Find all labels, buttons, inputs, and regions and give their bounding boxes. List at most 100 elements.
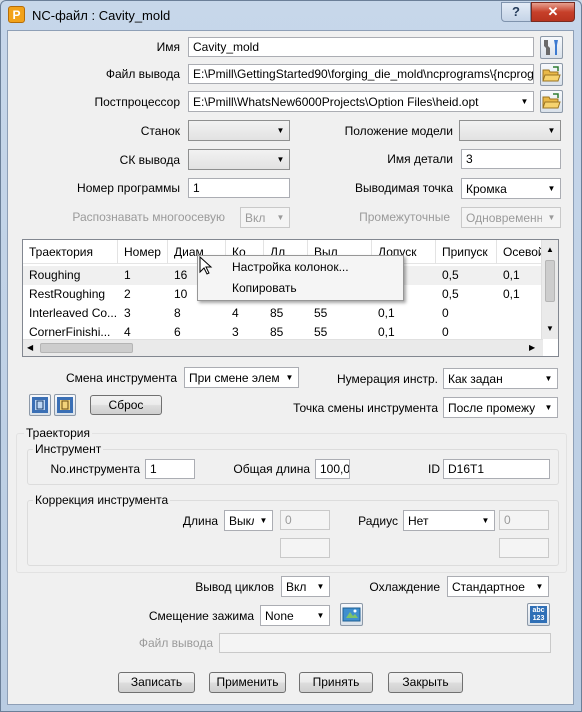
program-number-label: Номер программы — [77, 181, 180, 195]
id-label: ID — [428, 462, 440, 476]
length-value: Выкл — [229, 514, 254, 528]
chevron-down-icon: ▼ — [520, 97, 529, 106]
tool-change-value: При смене элем — [189, 371, 280, 385]
tool-change-label: Смена инструмента — [65, 371, 177, 385]
table-cell: 0,1 — [503, 287, 520, 301]
output-file-bottom-field[interactable] — [219, 633, 551, 653]
open-folder-icon[interactable] — [540, 63, 563, 86]
table-cell: 0 — [442, 306, 449, 320]
reset-button[interactable]: Сброс — [90, 395, 162, 415]
radius-value: Нет — [408, 514, 429, 528]
help-button[interactable]: ? — [501, 2, 531, 22]
length-offset-field-2[interactable] — [280, 538, 330, 558]
write-button[interactable]: Записать — [118, 672, 195, 693]
cycles-output-select[interactable]: Вкл ▼ — [281, 576, 330, 597]
table-cell: Roughing — [29, 268, 81, 282]
multiaxis-select[interactable]: Вкл ▼ — [240, 207, 290, 228]
column-header[interactable]: Осевой — [497, 240, 543, 264]
accept-button[interactable]: Принять — [299, 672, 373, 693]
tool-change-point-select[interactable]: После промежу ▼ — [443, 397, 558, 418]
chevron-down-icon: ▼ — [535, 582, 544, 591]
program-number-field[interactable]: 1 — [188, 178, 290, 198]
length-label: Длина — [182, 514, 218, 528]
scroll-thumb[interactable] — [40, 343, 133, 353]
cycles-output-value: Вкл — [286, 580, 307, 594]
chevron-down-icon: ▼ — [481, 516, 490, 525]
tool-number-label: No.инструмента — [50, 462, 141, 476]
chevron-down-icon: ▼ — [544, 374, 553, 383]
scroll-right-icon[interactable]: ▶ — [529, 343, 535, 352]
tool-numbering-select[interactable]: Как задан ▼ — [443, 368, 558, 389]
table-cell: 8 — [174, 306, 181, 320]
intermediate-value: Одновременн — [466, 211, 542, 225]
tool-change-select[interactable]: При смене элем ▼ — [184, 367, 299, 388]
abc-123-icon[interactable]: abc 123 — [527, 603, 550, 626]
length-offset-field[interactable]: 0 — [280, 510, 330, 530]
column-header[interactable]: Номер — [118, 240, 168, 264]
length-select[interactable]: Выкл ▼ — [224, 510, 273, 531]
postprocessor-label: Постпроцессор — [94, 95, 180, 109]
table-cell: 3 — [124, 306, 131, 320]
table-cell: 0,1 — [503, 268, 520, 282]
part-name-field[interactable]: 3 — [461, 149, 561, 169]
menu-item-copy[interactable]: Копировать — [199, 278, 402, 299]
chevron-down-icon: ▼ — [316, 611, 325, 620]
radius-select[interactable]: Нет ▼ — [403, 510, 495, 531]
table-cell: 55 — [314, 306, 328, 320]
tool-edit-icon[interactable] — [54, 394, 76, 416]
clamp-offset-select[interactable]: None ▼ — [260, 605, 330, 626]
radius-offset-field-2[interactable] — [499, 538, 549, 558]
tool-change-point-label: Точка смены инструмента — [293, 401, 438, 415]
table-cell: Interleaved Co... — [29, 306, 118, 320]
column-header[interactable]: Траектория — [23, 240, 118, 264]
intermediate-select[interactable]: Одновременн ▼ — [461, 207, 561, 228]
column-header[interactable]: Припуск — [436, 240, 497, 264]
coolant-label: Охлаждение — [369, 580, 440, 594]
tool-list-icon[interactable] — [29, 394, 51, 416]
menu-item-column-settings[interactable]: Настройка колонок... — [199, 257, 402, 278]
model-position-select[interactable]: ▼ — [459, 120, 561, 141]
output-file-bottom-label: Файл вывода — [138, 636, 213, 650]
tool-number-field[interactable]: 1 — [145, 459, 195, 479]
scroll-thumb[interactable] — [545, 260, 555, 302]
scroll-up-icon[interactable]: ▲ — [546, 245, 554, 254]
close-button[interactable]: Закрыть — [388, 672, 463, 693]
part-name-label: Имя детали — [387, 152, 453, 166]
model-position-label: Положение модели — [344, 124, 453, 138]
radius-offset-field[interactable]: 0 — [499, 510, 549, 530]
name-field[interactable]: Cavity_mold — [188, 37, 534, 57]
tool-group-title: Инструмент — [33, 442, 104, 456]
multiaxis-value: Вкл — [245, 211, 266, 225]
close-window-button[interactable]: ✕ — [531, 2, 575, 22]
scroll-left-icon[interactable]: ◀ — [27, 343, 33, 352]
horizontal-scrollbar[interactable]: ◀ ▶ — [23, 339, 543, 356]
chevron-down-icon: ▼ — [547, 184, 556, 193]
clamp-offset-icon[interactable] — [340, 603, 363, 626]
scroll-down-icon[interactable]: ▼ — [546, 324, 554, 333]
chevron-down-icon: ▼ — [547, 213, 556, 222]
table-cell: RestRoughing — [29, 287, 106, 301]
table-cell — [497, 304, 543, 323]
output-point-value: Кромка — [466, 182, 507, 196]
output-point-select[interactable]: Кромка ▼ — [461, 178, 561, 199]
machine-select[interactable]: ▼ — [188, 120, 290, 141]
table-row[interactable]: Interleaved Co... 3 8 4 85 55 0,1 0 — [23, 304, 543, 323]
id-field[interactable]: D16T1 — [443, 459, 550, 479]
abc-icon-text: abc 123 — [530, 606, 547, 623]
overall-length-field[interactable]: 100,0 — [315, 459, 350, 479]
chevron-down-icon: ▼ — [276, 213, 285, 222]
output-file-field[interactable]: E:\Pmill\GettingStarted90\forging_die_mo… — [188, 64, 534, 84]
table-cell: 0,5 — [442, 268, 459, 282]
output-point-label: Выводимая точка — [355, 181, 453, 195]
vertical-scrollbar[interactable]: ▲ ▼ — [541, 240, 558, 339]
postprocessor-select[interactable]: E:\Pmill\WhatsNew6000Projects\Option Fil… — [188, 91, 534, 112]
coolant-select[interactable]: Стандартное ▼ — [447, 576, 549, 597]
open-folder-icon[interactable] — [540, 90, 563, 113]
tool-numbering-value: Как задан — [448, 372, 503, 386]
chevron-down-icon: ▼ — [276, 155, 285, 164]
clamp-offset-value: None — [265, 609, 294, 623]
tool-settings-icon[interactable] — [540, 36, 563, 59]
title-bar: P NC-файл : Cavity_mold ? ✕ — [1, 1, 581, 31]
apply-button[interactable]: Применить — [209, 672, 286, 693]
output-cs-select[interactable]: ▼ — [188, 149, 290, 170]
